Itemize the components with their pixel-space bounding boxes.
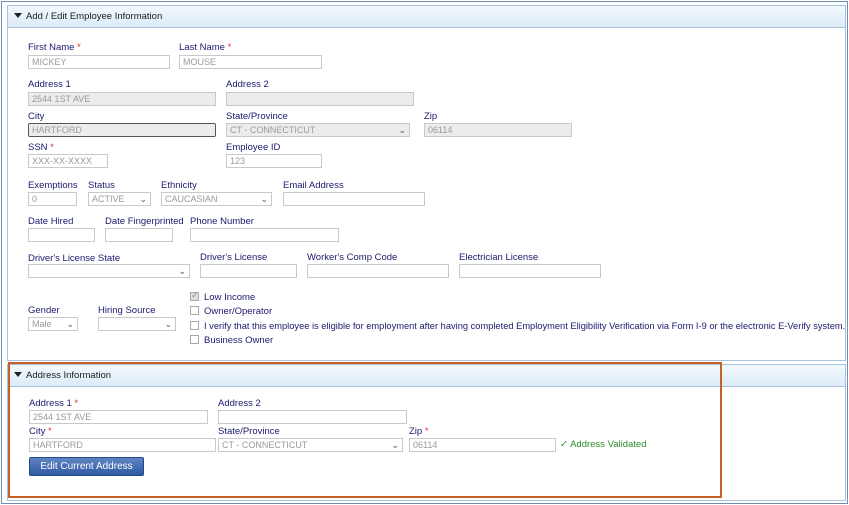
eligibility-label: I verify that this employee is eligible … (204, 321, 846, 331)
email-field[interactable] (283, 192, 425, 206)
status-label: Status (88, 180, 115, 191)
gender-value: Male (32, 319, 52, 329)
address1-label: Address 1 (28, 79, 71, 90)
employee-id-field[interactable]: 123 (226, 154, 322, 168)
date-hired-label: Date Hired (28, 216, 74, 227)
status-value: ACTIVE (92, 194, 125, 204)
ssn-field[interactable]: XXX-XX-XXXX (28, 154, 108, 168)
status-select[interactable]: ACTIVE ⌄ (88, 192, 151, 206)
zip-field[interactable]: 06114 (424, 123, 572, 137)
business-owner-checkbox[interactable] (190, 335, 199, 344)
city-label: City (28, 111, 45, 122)
employee-panel-header[interactable]: Add / Edit Employee Information (8, 6, 845, 28)
workers-comp-field[interactable] (307, 264, 449, 278)
date-hired-field[interactable] (28, 228, 95, 242)
zip-label: Zip (424, 111, 438, 122)
low-income-label: Low Income (204, 292, 256, 303)
phone-field[interactable] (190, 228, 339, 242)
ssn-label: SSN * (28, 142, 54, 153)
chevron-down-icon: ⌄ (66, 319, 74, 329)
state-value: CT - CONNECTICUT (230, 125, 316, 135)
low-income-checkbox[interactable] (190, 290, 199, 301)
date-fingerprinted-label: Date Fingerprinted (105, 216, 184, 227)
business-owner-label: Business Owner (204, 335, 274, 346)
state-label: State/Province (226, 111, 288, 122)
hiring-source-select[interactable]: ⌄ (98, 317, 176, 331)
gender-select[interactable]: Male ⌄ (28, 317, 78, 331)
first-name-field[interactable]: MICKEY (28, 55, 170, 69)
chevron-down-icon: ⌄ (260, 194, 268, 204)
electrician-field[interactable] (459, 264, 601, 278)
ethnicity-value: CAUCASIAN (165, 194, 218, 204)
workers-comp-label: Worker's Comp Code (307, 252, 398, 263)
address2-field[interactable] (226, 92, 414, 106)
exemptions-field[interactable]: 0 (28, 192, 77, 206)
last-name-field[interactable]: MOUSE (179, 55, 322, 69)
dl-label: Driver's License (200, 252, 268, 263)
email-label: Email Address (283, 180, 344, 191)
chevron-down-icon: ⌄ (398, 125, 406, 135)
dl-state-label: Driver's License State (28, 253, 121, 264)
ethnicity-label: Ethnicity (161, 180, 197, 191)
state-select[interactable]: CT - CONNECTICUT ⌄ (226, 123, 410, 137)
last-name-label: Last Name * (179, 42, 232, 53)
electrician-label: Electrician License (459, 252, 539, 263)
employee-id-label: Employee ID (226, 142, 281, 153)
address2-label: Address 2 (226, 79, 269, 90)
chevron-down-icon: ⌄ (164, 319, 172, 329)
owner-operator-checkbox[interactable] (190, 306, 199, 315)
highlight-box (8, 362, 722, 498)
exemptions-label: Exemptions (28, 180, 78, 191)
eligibility-checkbox[interactable] (190, 321, 199, 330)
chevron-down-icon: ⌄ (139, 194, 147, 204)
dl-field[interactable] (200, 264, 297, 278)
address1-field[interactable]: 2544 1ST AVE (28, 92, 216, 106)
chevron-down-icon: ⌄ (178, 266, 186, 276)
caret-down-icon[interactable] (14, 13, 22, 18)
date-fingerprinted-field[interactable] (105, 228, 173, 242)
city-field[interactable]: HARTFORD (28, 123, 216, 137)
phone-label: Phone Number (190, 216, 254, 227)
first-name-label: First Name * (28, 42, 81, 53)
dl-state-select[interactable]: ⌄ (28, 264, 190, 278)
ethnicity-select[interactable]: CAUCASIAN ⌄ (161, 192, 272, 206)
employee-panel-title: Add / Edit Employee Information (26, 11, 163, 22)
owner-operator-label: Owner/Operator (204, 306, 273, 317)
hiring-source-label: Hiring Source (98, 305, 156, 316)
gender-label: Gender (28, 305, 60, 316)
